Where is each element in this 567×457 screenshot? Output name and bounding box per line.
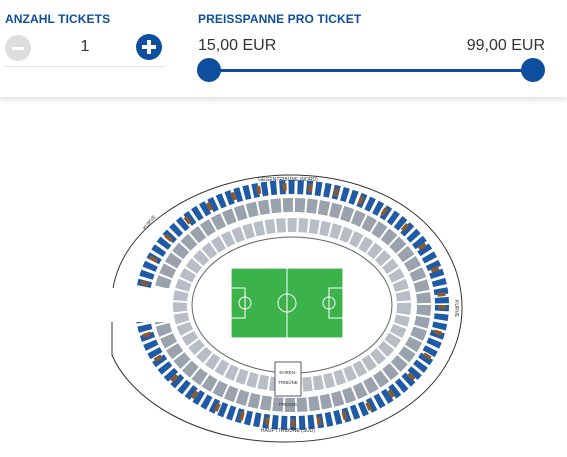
north-stand-label: GEGENTRIBÜNE (NORD) [258,176,318,183]
east-curve-label: KURVE [453,300,459,318]
quantity-value: 1 [80,38,90,55]
honour-stand-label-1: EHREN- [279,370,297,375]
honour-stand-label-2: TRIBÜNE [278,379,298,385]
price-max-handle[interactable] [521,58,545,82]
price-min-handle[interactable] [197,58,221,82]
increase-quantity-button[interactable] [136,34,162,60]
price-range-slider[interactable] [209,69,533,72]
press-label: PRESSE [279,402,297,407]
west-opening [100,288,170,322]
filter-bar: ANZAHL TICKETS PREISSPANNE PRO TICKET 1 … [0,0,567,97]
south-stand-label: HAUPTTRIBÜNE (SÜD) [261,427,316,434]
decrease-quantity-button[interactable] [5,35,31,61]
stadium-seat-map[interactable]: GEGENTRIBÜNE (NORD) HAUPTTRIBÜNE (SÜD) K… [100,170,470,450]
ticket-count-label: ANZAHL TICKETS [5,12,111,26]
honour-stand [274,361,302,397]
price-min-value: 15,00 EUR [198,37,277,54]
price-range-label: PREISSPANNE PRO TICKET [198,12,362,26]
quantity-stepper[interactable]: 1 [5,34,165,67]
price-max-value: 99,00 EUR [466,37,545,54]
